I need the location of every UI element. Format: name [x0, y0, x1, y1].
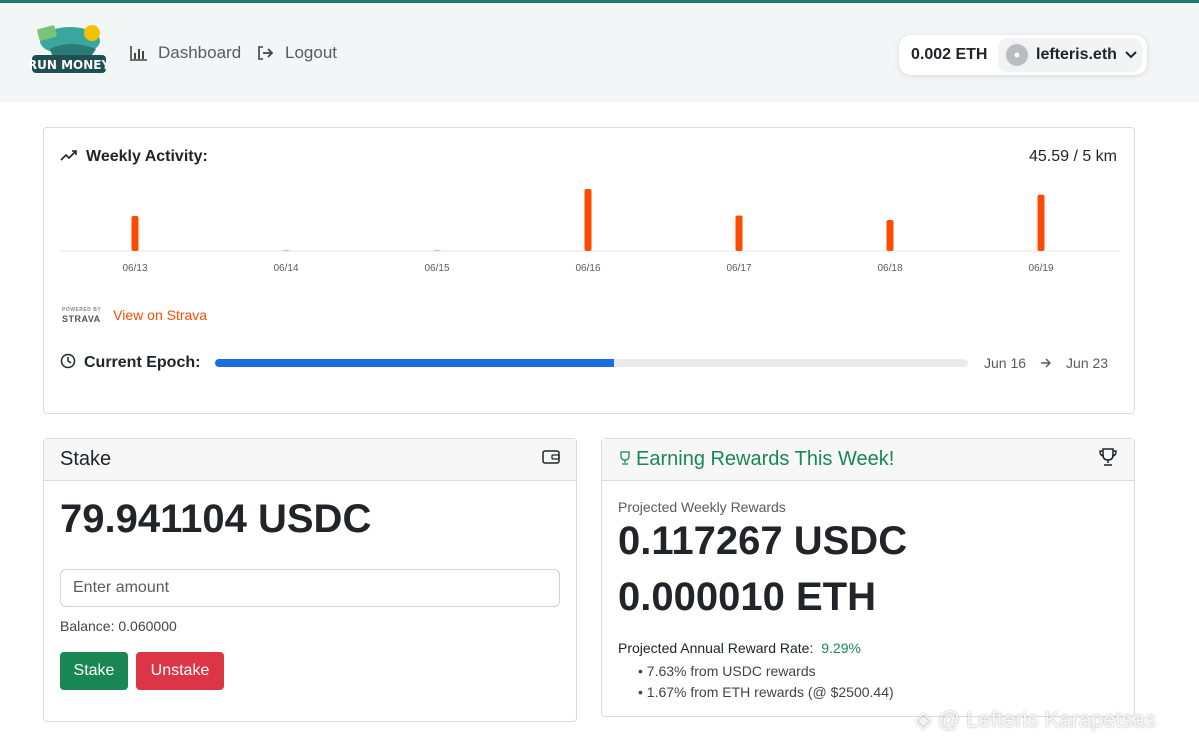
wallet-icon: [542, 448, 560, 471]
account-name: lefteris.eth: [1036, 46, 1117, 63]
stake-card-header: Stake: [44, 439, 576, 481]
chart-bar-06/18[interactable]: [886, 220, 894, 251]
logo-text: RUN MONEY: [30, 58, 108, 72]
epoch-dates: Jun 16 Jun 23: [984, 355, 1108, 371]
x-tick-label: 06/18: [877, 263, 902, 274]
chart-bar-06/17[interactable]: [735, 215, 743, 251]
x-tick-label: 06/17: [726, 263, 751, 274]
annual-rate-label: Projected Annual Reward Rate:: [618, 640, 814, 656]
annual-rate-value: 9.29%: [821, 640, 861, 656]
rewards-card-header: Earning Rewards This Week!: [602, 439, 1134, 481]
arrow-right-icon: [1040, 355, 1052, 371]
x-tick-label: 06/13: [122, 263, 147, 274]
chart-bar-06/15[interactable]: [433, 250, 441, 251]
trophy-icon: [1098, 447, 1118, 473]
strava-row: POWERED BY STRAVA View on Strava: [62, 306, 207, 324]
weekly-activity-card: Weekly Activity: 45.59 / 5 km 06/13 06/14…: [43, 127, 1135, 414]
amount-input[interactable]: [60, 569, 560, 607]
watermark: ◈ @ Lefteris Karapetsas: [915, 707, 1156, 733]
epoch-progress-fill: [215, 359, 615, 367]
x-tick-label: 06/15: [424, 263, 449, 274]
account-dropdown[interactable]: ● lefteris.eth: [998, 38, 1142, 72]
wallet-balance-line: Balance: 0.060000: [60, 618, 177, 634]
staked-amount: 79.941104 USDC: [60, 497, 372, 541]
stake-button[interactable]: Stake: [60, 652, 128, 690]
activity-title: Weekly Activity:: [86, 148, 208, 165]
watermark-logo-icon: ◈: [915, 707, 932, 732]
nav-logout-link[interactable]: Logout: [257, 43, 337, 63]
list-item: • 7.63% from USDC rewards: [638, 663, 816, 679]
dashboard-label: Dashboard: [158, 43, 242, 62]
logout-label: Logout: [285, 43, 337, 62]
activity-total-distance: 45.59 / 5 km: [1028, 148, 1117, 165]
stake-card: Stake 79.941104 USDC Balance: 0.060000 S…: [43, 438, 577, 722]
chart-bar-06/14[interactable]: [282, 250, 290, 251]
activity-header: Weekly Activity:: [60, 148, 208, 166]
epoch-progress-bar: [215, 359, 968, 367]
current-epoch-row: Current Epoch: Jun 16 Jun 23: [60, 353, 1120, 373]
avatar: ●: [1006, 44, 1028, 66]
trending-up-icon: [60, 148, 78, 166]
small-trophy-icon: [618, 448, 632, 471]
view-on-strava-link[interactable]: View on Strava: [113, 307, 207, 323]
chart-bar-06/19[interactable]: [1037, 194, 1045, 251]
clock-icon: [60, 353, 76, 374]
weekly-activity-chart: 06/13 06/14 06/15 06/16 06/17 06/18 06/19: [60, 189, 1120, 274]
annual-rate-line: Projected Annual Reward Rate: 9.29%: [618, 640, 861, 656]
epoch-label: Current Epoch:: [84, 354, 201, 371]
nav-dashboard-link[interactable]: Dashboard: [130, 43, 241, 63]
projected-eth-reward: 0.000010 ETH: [618, 575, 876, 619]
epoch-label-group: Current Epoch:: [60, 353, 215, 374]
list-item: • 1.67% from ETH rewards (@ $2500.44): [638, 684, 894, 700]
run-money-logo[interactable]: RUN MONEY: [28, 19, 110, 79]
epoch-start-date: Jun 16: [984, 355, 1027, 371]
rewards-card: Earning Rewards This Week! Projected Wee…: [601, 438, 1135, 717]
projected-weekly-label: Projected Weekly Rewards: [618, 499, 786, 515]
watermark-text: @ Lefteris Karapetsas: [937, 707, 1156, 732]
rate-breakdown-list: • 7.63% from USDC rewards • 1.67% from E…: [638, 661, 894, 703]
wallet-widget: 0.002 ETH ● lefteris.eth: [899, 35, 1147, 75]
navbar: RUN MONEY Dashboard Logout 0.002 ETH ● l…: [0, 3, 1199, 102]
chevron-down-icon: [1125, 46, 1137, 64]
wallet-balance[interactable]: 0.002 ETH: [899, 46, 998, 64]
rewards-title-group: Earning Rewards This Week!: [618, 448, 894, 471]
logout-icon: [257, 45, 275, 61]
chart-bar-06/16[interactable]: [584, 189, 592, 251]
projected-usdc-reward: 0.117267 USDC: [618, 519, 908, 563]
unstake-button[interactable]: Unstake: [136, 652, 224, 690]
x-tick-label: 06/14: [273, 263, 298, 274]
epoch-end-date: Jun 23: [1066, 355, 1109, 371]
x-tick-label: 06/19: [1028, 263, 1053, 274]
strava-logo: POWERED BY STRAVA: [62, 307, 102, 324]
chart-bar-06/13[interactable]: [131, 215, 139, 251]
x-tick-label: 06/16: [575, 263, 600, 274]
rewards-title: Earning Rewards This Week!: [636, 448, 895, 470]
chart-bar-icon: [130, 45, 148, 61]
stake-title: Stake: [60, 448, 112, 470]
